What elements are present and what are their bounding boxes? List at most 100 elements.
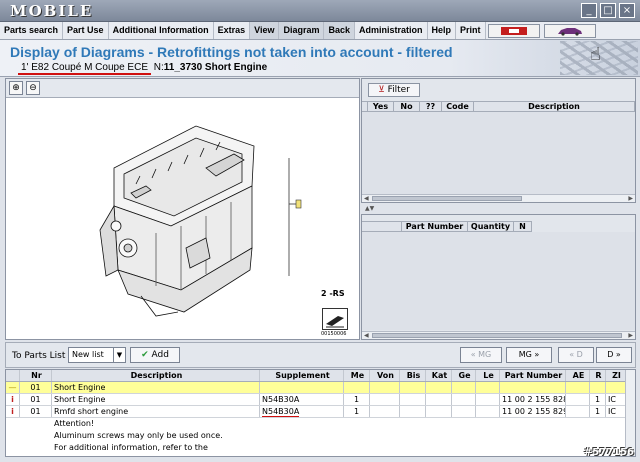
col-kat[interactable]: Kat (426, 370, 452, 381)
col-description[interactable]: Description (52, 370, 260, 381)
part-horizontal-scrollbar[interactable]: ◀ ▶ (362, 331, 635, 339)
row-ae (566, 382, 590, 393)
col-n[interactable]: N (514, 222, 532, 231)
check-icon: ✔ (141, 350, 149, 360)
d-previous-button[interactable]: « D (558, 347, 594, 363)
close-button[interactable]: × (619, 3, 635, 18)
filter-button[interactable]: ⊻ Filter (368, 83, 420, 97)
menu-bar: Parts search Part Use Additional Informa… (0, 22, 640, 40)
col-zi[interactable]: ZI (606, 370, 626, 381)
menu-administration[interactable]: Administration (355, 22, 428, 39)
vehicle-logo-icon[interactable] (487, 24, 540, 38)
parts-table-header: Nr Description Supplement Me Von Bis Kat… (6, 370, 626, 382)
col-part-number[interactable]: Part Number (500, 370, 566, 381)
col-unknown[interactable]: ?? (420, 102, 442, 111)
menu-parts-search[interactable]: Parts search (0, 22, 64, 39)
menu-print[interactable]: Print (456, 22, 486, 39)
row-nr: 01 (20, 406, 52, 417)
add-button[interactable]: ✔ Add (130, 347, 180, 363)
part-table-body (362, 232, 635, 330)
col-no[interactable]: No (394, 102, 420, 111)
chevron-down-icon[interactable]: ▼ (113, 348, 125, 362)
zoom-out-icon[interactable]: ⊖ (26, 81, 40, 95)
col-ae[interactable]: AE (566, 370, 590, 381)
col-me[interactable]: Me (344, 370, 370, 381)
retrofit-table-header: Yes No ?? Code Description (362, 101, 635, 112)
diagram-toolbar: ⊕ ⊖ (6, 79, 359, 98)
info-icon[interactable]: i (6, 406, 20, 417)
row-supplement: N54B30A (260, 406, 344, 417)
row-zi: IC (606, 406, 626, 417)
row-description: Rmfd short engine (52, 406, 260, 417)
menu-part-use[interactable]: Part Use (63, 22, 109, 39)
filter-icon: ⊻ (378, 85, 385, 95)
col-quantity[interactable]: Quantity (468, 222, 514, 231)
menu-view[interactable]: View (250, 22, 280, 39)
table-row[interactable]: i 01 Short Engine N54B30A 1 11 00 2 155 … (6, 394, 626, 406)
menu-extras[interactable]: Extras (214, 22, 251, 39)
row-part-number: 11 00 2 155 829 (502, 406, 566, 417)
col-von[interactable]: Von (370, 370, 400, 381)
scroll-left-icon[interactable]: ◀ (364, 332, 369, 339)
mg-previous-button[interactable]: « MG (460, 347, 502, 363)
menu-additional-information[interactable]: Additional Information (109, 22, 214, 39)
retrofit-panel: ⊻ Filter Yes No ?? Code Description ◀ ▶ (361, 78, 636, 203)
panel-splitter[interactable]: ▲▼ (361, 204, 636, 214)
col-le[interactable]: Le (476, 370, 500, 381)
col-ge[interactable]: Ge (452, 370, 476, 381)
scroll-right-icon[interactable]: ▶ (628, 195, 633, 202)
d-next-button[interactable]: D » (596, 347, 632, 363)
row-ae (566, 394, 590, 405)
row-zi (606, 382, 626, 393)
car-icon[interactable] (543, 24, 596, 38)
col-yes[interactable]: Yes (368, 102, 394, 111)
to-parts-list-label: To Parts List (12, 351, 66, 361)
engine-diagram[interactable] (6, 98, 359, 339)
d-next-label: D (607, 350, 614, 359)
menu-diagram[interactable]: Diagram (279, 22, 325, 39)
col-code[interactable]: Code (442, 102, 474, 111)
col-bis[interactable]: Bis (400, 370, 426, 381)
col-description[interactable]: Description (474, 102, 635, 111)
parts-list-toolbar: To Parts List New list ▼ ✔ Add « MG MG »… (5, 342, 636, 368)
parts-list-select[interactable]: New list ▼ (68, 347, 126, 363)
row-description: Short Engine (52, 394, 260, 405)
table-row[interactable]: i 01 Rmfd short engine N54B30A 1 11 00 2… (6, 406, 626, 418)
scroll-thumb[interactable] (372, 196, 522, 201)
diagram-panel: ⊕ ⊖ 2 -RS 00150006 (5, 78, 360, 340)
hand-cursor-icon: ☝ (590, 44, 601, 65)
table-vertical-scrollbar[interactable] (625, 370, 635, 456)
mg-next-label: MG (518, 350, 532, 359)
vehicle-info: 1' E82 Coupé M Coupe ECE N:11_3730 Short… (18, 62, 268, 75)
col-supplement[interactable]: Supplement (260, 370, 344, 381)
diagram-thumbnail[interactable] (322, 308, 348, 330)
col-nr[interactable]: Nr (20, 370, 52, 381)
row-ae (566, 406, 590, 417)
maximize-button[interactable]: □ (600, 3, 616, 18)
scroll-right-icon[interactable]: ▶ (628, 332, 633, 339)
node-prefix: N: (153, 62, 164, 73)
menu-help[interactable]: Help (428, 22, 457, 39)
add-label: Add (151, 350, 169, 360)
row-supplement (260, 382, 344, 393)
mg-next-button[interactable]: MG » (506, 347, 552, 363)
zoom-in-icon[interactable]: ⊕ (9, 81, 23, 95)
row-r: 1 (590, 394, 606, 405)
retrofit-horizontal-scrollbar[interactable]: ◀ ▶ (362, 194, 635, 202)
part-number-panel: Part Number Quantity N ◀ ▶ (361, 214, 636, 340)
col-part-number[interactable]: Part Number (402, 222, 468, 231)
scroll-left-icon[interactable]: ◀ (364, 195, 369, 202)
table-row[interactable]: — 01 Short Engine (6, 382, 626, 394)
minimize-button[interactable]: _ (581, 3, 597, 18)
row-me: 1 (344, 394, 370, 405)
part-table-header: Part Number Quantity N (362, 221, 532, 232)
menu-back[interactable]: Back (324, 22, 355, 39)
row-zi: IC (606, 394, 626, 405)
col-r[interactable]: R (590, 370, 606, 381)
scroll-thumb[interactable] (372, 333, 622, 338)
info-icon[interactable]: i (6, 394, 20, 405)
row-description: Short Engine (52, 382, 260, 393)
row-supplement: N54B30A (260, 394, 344, 405)
node-label: 11_3730 Short Engine (163, 62, 268, 73)
filter-label: Filter (387, 85, 410, 95)
